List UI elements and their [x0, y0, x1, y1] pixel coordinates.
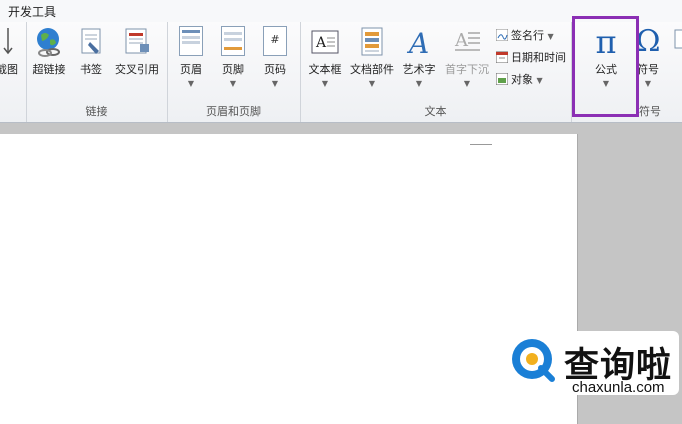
- next-button-partial[interactable]: [670, 24, 682, 61]
- margin-corner-mark: [470, 144, 492, 145]
- bookmark-button[interactable]: 书签: [74, 24, 108, 77]
- tab-developer[interactable]: 开发工具: [8, 3, 56, 20]
- date-time-button[interactable]: 日期和时间: [495, 49, 566, 65]
- quick-parts-button[interactable]: 文档部件 ▼: [348, 24, 396, 91]
- screenshot-button[interactable]: 截图: [0, 24, 22, 77]
- cross-reference-icon: [121, 26, 153, 58]
- textbox-button[interactable]: A 文本框 ▼: [305, 24, 345, 91]
- group-illustrations-partial: 截图: [0, 22, 27, 122]
- footer-dropdown-arrow[interactable]: ▼: [215, 77, 251, 91]
- hyperlink-label: 超链接: [32, 63, 66, 76]
- page-number-label: 页码: [264, 63, 286, 76]
- group-header-footer-name: 页眉和页脚: [206, 105, 261, 118]
- cross-reference-label: 交叉引用: [115, 63, 159, 76]
- object-icon: [495, 72, 509, 86]
- footer-button[interactable]: 页脚 ▼: [215, 24, 251, 91]
- svg-text:A: A: [406, 27, 429, 58]
- screenshot-icon: [0, 26, 24, 58]
- wordart-icon: A: [403, 26, 435, 60]
- signature-dropdown-arrow[interactable]: ▼: [548, 32, 554, 41]
- equation-highlight-box: [572, 16, 639, 117]
- signature-line-label: 签名行: [511, 29, 544, 42]
- header-button[interactable]: 页眉 ▼: [173, 24, 209, 91]
- watermark-domain-text: chaxunla.com: [572, 379, 665, 396]
- group-links: 超链接 书签 交叉引用 链接: [26, 22, 168, 122]
- header-icon: [175, 26, 207, 58]
- object-dropdown-arrow[interactable]: ▼: [537, 76, 543, 85]
- quick-parts-icon: [356, 26, 388, 58]
- cross-reference-button[interactable]: 交叉引用: [110, 24, 164, 77]
- bookmark-icon: [75, 26, 107, 58]
- hyperlink-button[interactable]: 超链接: [28, 24, 70, 77]
- bookmark-label: 书签: [80, 63, 102, 76]
- calendar-icon: [495, 51, 509, 64]
- drop-cap-label: 首字下沉: [445, 63, 489, 76]
- object-button[interactable]: 对象 ▼: [495, 71, 543, 87]
- textbox-icon: A: [309, 26, 341, 58]
- quick-parts-dropdown-arrow[interactable]: ▼: [348, 77, 396, 91]
- screenshot-label: 截图: [0, 63, 18, 76]
- wordart-dropdown-arrow[interactable]: ▼: [399, 77, 439, 91]
- group-links-name: 链接: [85, 105, 108, 118]
- footer-label: 页脚: [222, 63, 244, 76]
- object-label: 对象: [511, 73, 533, 86]
- page-number-button[interactable]: # 页码 ▼: [257, 24, 293, 91]
- signature-line-button[interactable]: 签名行 ▼: [495, 27, 554, 43]
- signature-icon: [495, 28, 509, 42]
- page-number-icon: #: [259, 26, 291, 58]
- drop-cap-icon: A: [451, 26, 483, 58]
- group-text-name: 文本: [424, 105, 447, 118]
- partial-icon: [673, 26, 682, 58]
- magnifier-logo-icon: [508, 335, 560, 387]
- document-page[interactable]: [0, 134, 578, 424]
- svg-text:A: A: [454, 30, 469, 51]
- textbox-dropdown-arrow[interactable]: ▼: [305, 77, 345, 91]
- quick-parts-label: 文档部件: [350, 63, 394, 76]
- date-time-label: 日期和时间: [511, 51, 566, 64]
- header-dropdown-arrow[interactable]: ▼: [173, 77, 209, 91]
- wordart-button[interactable]: A 艺术字 ▼: [399, 24, 439, 91]
- drop-cap-dropdown-arrow: ▼: [463, 79, 471, 88]
- group-header-footer: 页眉 ▼ 页脚 ▼ # 页码 ▼ 页眉和页脚: [167, 22, 301, 122]
- wordart-label: 艺术字: [402, 63, 436, 76]
- footer-icon: [217, 26, 249, 58]
- drop-cap-button[interactable]: A 首字下沉 ▼: [442, 24, 492, 91]
- page-number-dropdown-arrow[interactable]: ▼: [257, 77, 293, 91]
- globe-link-icon: [33, 26, 65, 58]
- textbox-label: 文本框: [308, 63, 342, 76]
- watermark: 查询啦 chaxunla.com: [500, 327, 682, 417]
- header-label: 页眉: [180, 63, 202, 76]
- svg-text:A: A: [315, 35, 327, 51]
